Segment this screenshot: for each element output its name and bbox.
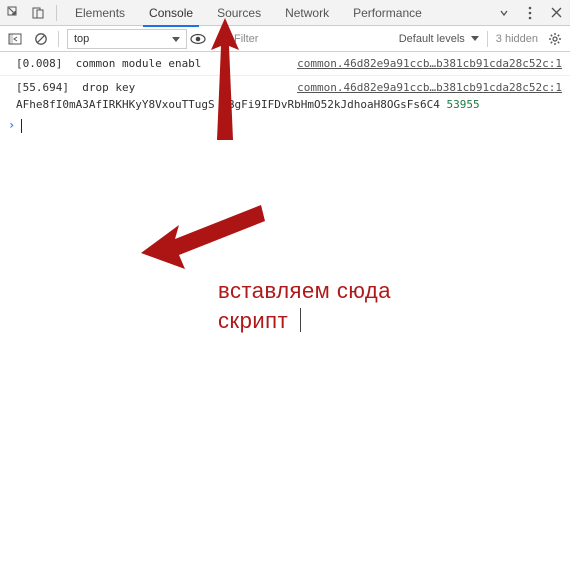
- hidden-messages-count[interactable]: 3 hidden: [496, 33, 538, 45]
- annotation-text-line1: вставляем сюда: [218, 276, 391, 306]
- context-selector[interactable]: top: [67, 29, 187, 49]
- sidebar-toggle-icon[interactable]: [6, 30, 24, 48]
- annotation-arrow-left: [135, 195, 265, 285]
- log-message: [55.694] drop key: [16, 80, 135, 95]
- log-row: AFhe8fI0mA3AfIRKHKyY8VxouTTugS BgFi9IFDv…: [0, 97, 570, 114]
- tab-performance[interactable]: Performance: [343, 0, 432, 26]
- log-row: [55.694] drop key common.46d82e9a91ccb…b…: [0, 80, 570, 97]
- log-source-link[interactable]: common.46d82e9a91ccb…b381cb91cda28c52c:1: [297, 80, 562, 95]
- text-caret: [21, 119, 22, 133]
- log-message: [0.008] common module enabl: [16, 56, 201, 71]
- tab-console[interactable]: Console: [139, 0, 203, 26]
- console-output: [0.008] common module enabl common.46d82…: [0, 52, 570, 137]
- filter-input[interactable]: [230, 29, 380, 49]
- log-row: [0.008] common module enabl common.46d82…: [0, 56, 570, 73]
- kebab-menu-icon[interactable]: [520, 3, 540, 23]
- device-toggle-icon[interactable]: [28, 3, 48, 23]
- live-expression-icon[interactable]: [189, 30, 207, 48]
- log-levels-selector[interactable]: Default levels: [399, 33, 479, 45]
- more-tabs-icon[interactable]: [494, 3, 514, 23]
- console-prompt[interactable]: ›: [0, 114, 570, 137]
- settings-gear-icon[interactable]: [546, 30, 564, 48]
- log-text: AFhe8fI0mA3AfIRKHKyY8VxouTTugS BgFi9IFDv…: [16, 98, 446, 111]
- context-value: top: [74, 33, 89, 45]
- divider: [58, 31, 59, 47]
- clear-console-icon[interactable]: [32, 30, 50, 48]
- devtools-tabstrip: Elements Console Sources Network Perform…: [0, 0, 570, 26]
- close-devtools-icon[interactable]: [546, 3, 566, 23]
- tab-sources[interactable]: Sources: [207, 0, 271, 26]
- log-separator: [0, 75, 570, 76]
- log-source-link[interactable]: common.46d82e9a91ccb…b381cb91cda28c52c:1: [297, 56, 562, 71]
- divider: [221, 31, 222, 47]
- console-toolbar: top Default levels 3 hidden: [0, 26, 570, 52]
- prompt-chevron-icon: ›: [8, 118, 15, 133]
- annotation-caret: [300, 308, 301, 332]
- tab-elements[interactable]: Elements: [65, 0, 135, 26]
- annotation-text-line2: скрипт: [218, 306, 288, 336]
- tab-network[interactable]: Network: [275, 0, 339, 26]
- divider: [56, 5, 57, 21]
- divider: [487, 31, 488, 47]
- log-levels-label: Default levels: [399, 33, 465, 45]
- inspect-icon[interactable]: [4, 3, 24, 23]
- log-number: 53955: [446, 98, 479, 111]
